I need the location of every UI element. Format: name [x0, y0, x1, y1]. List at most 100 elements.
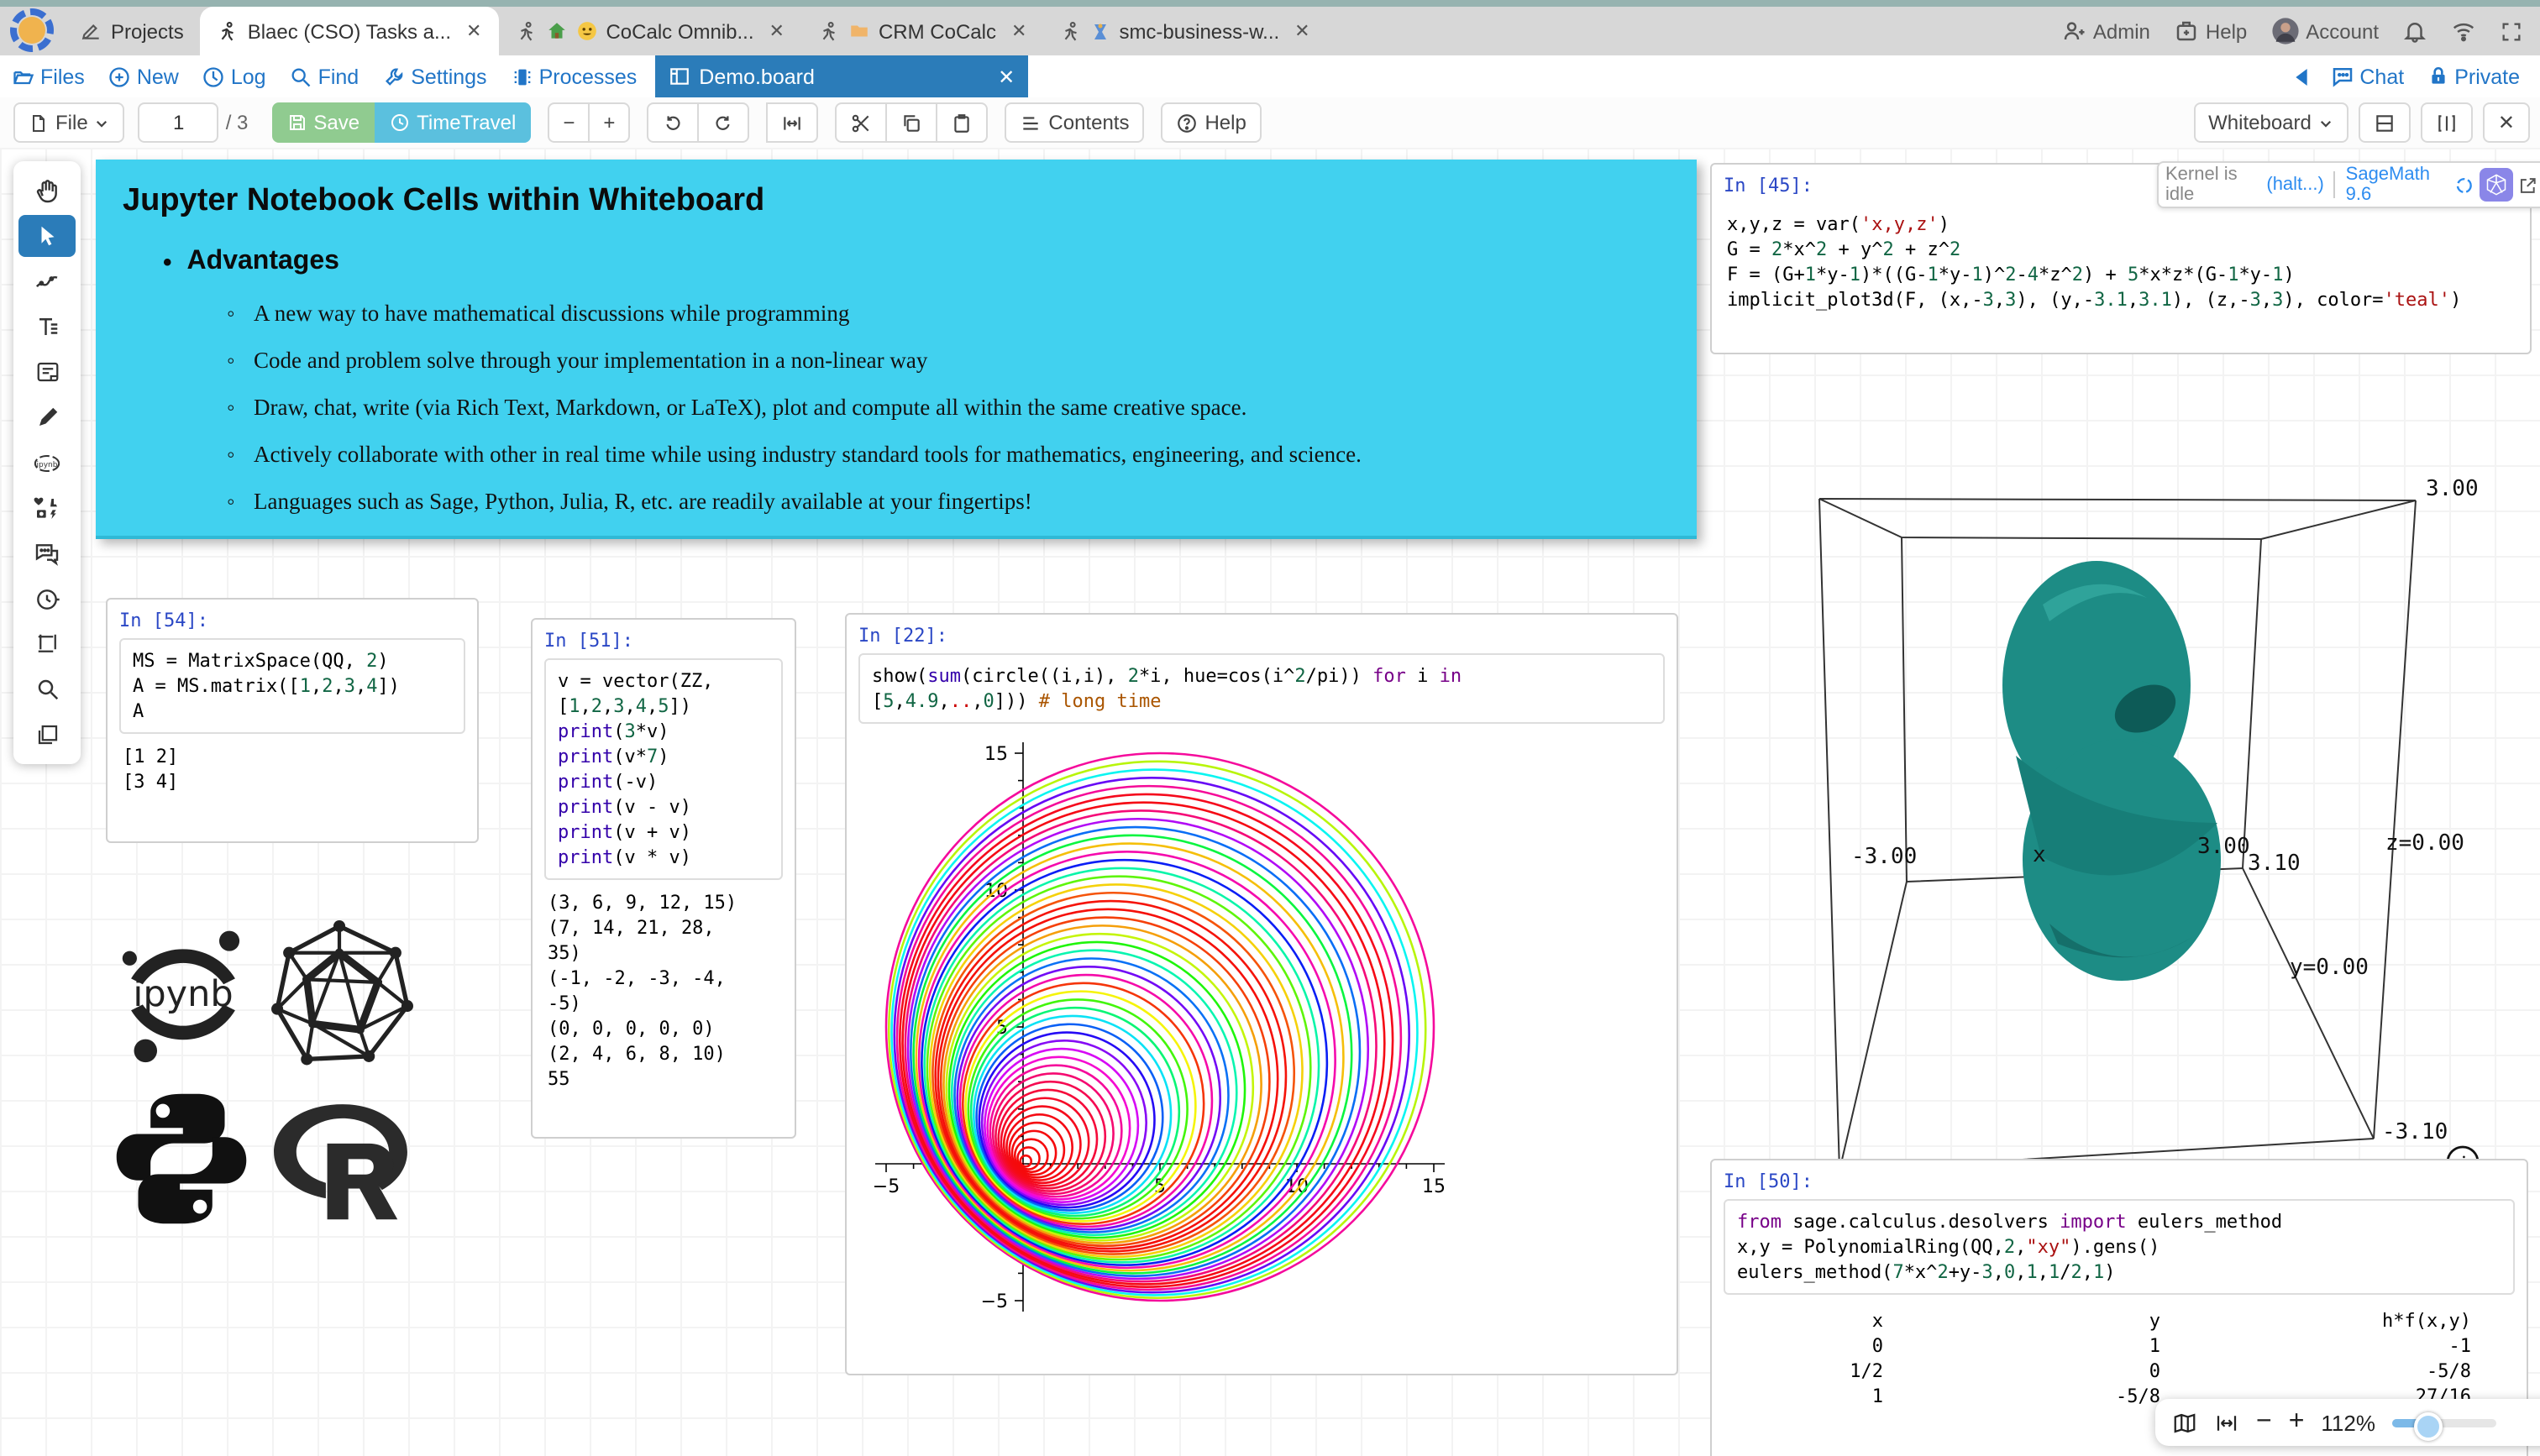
- tab-cocalc-omnibus[interactable]: CoCalc Omnib... ✕: [498, 7, 801, 55]
- frame-type-select[interactable]: Whiteboard: [2193, 102, 2348, 143]
- account-menu[interactable]: Account: [2270, 17, 2379, 45]
- fullscreen-corners-icon[interactable]: [2500, 19, 2523, 43]
- cell-code[interactable]: from sage.calculus.desolvers import eule…: [1724, 1199, 2515, 1295]
- timetravel-button[interactable]: TimeTravel: [375, 102, 531, 143]
- cell-code[interactable]: v = vector(ZZ,[1,2,3,4,5])print(3*v)prin…: [544, 658, 783, 880]
- close-tab-icon[interactable]: ✕: [998, 65, 1015, 88]
- scissors-icon: [850, 112, 872, 134]
- tab-projects[interactable]: Projects: [64, 7, 201, 55]
- cell-prompt: In [54]:: [119, 610, 465, 631]
- cell-output: [1 2][3 4]: [123, 744, 462, 794]
- cell-prompt: In [50]:: [1724, 1171, 2515, 1192]
- tool-edge[interactable]: [18, 260, 76, 302]
- tab-smc-business[interactable]: smc-business-w... ✕: [1043, 7, 1326, 55]
- tab-close-icon[interactable]: ✕: [769, 20, 785, 42]
- tab-close-icon[interactable]: ✕: [466, 20, 481, 42]
- file-menu-button[interactable]: File: [13, 102, 125, 143]
- clock-icon: [202, 65, 226, 88]
- processes-button[interactable]: Processes: [499, 65, 649, 88]
- private-button[interactable]: Private: [2424, 65, 2523, 88]
- toolbar-right: Whiteboard ✕: [2183, 102, 2540, 143]
- halt-link[interactable]: (halt...): [2266, 175, 2323, 195]
- new-button[interactable]: New: [97, 65, 191, 88]
- tool-pages[interactable]: [18, 714, 76, 756]
- python-logo[interactable]: [104, 1082, 259, 1236]
- tab-close-icon[interactable]: ✕: [1294, 20, 1309, 42]
- admin-menu[interactable]: Admin: [2061, 18, 2150, 44]
- icosahedron-logo[interactable]: [265, 920, 413, 1068]
- fit-width-icon[interactable]: [2214, 1410, 2239, 1435]
- media-icons-icon: [34, 495, 60, 521]
- zoom-out-button[interactable]: −: [548, 102, 590, 143]
- ipynb-logo[interactable]: ipynb: [111, 924, 255, 1068]
- jupyter-cell-54[interactable]: In [54]: MS = MatrixSpace(QQ, 2)A = MS.m…: [106, 598, 479, 843]
- running-person-icon: [218, 20, 239, 42]
- close-frame-button[interactable]: ✕: [2483, 102, 2530, 143]
- fit-to-screen-button[interactable]: [766, 102, 818, 143]
- note-point: Draw, chat, write (via Rich Text, Markdo…: [227, 395, 1697, 422]
- cell-code[interactable]: show(sum(circle((i,i), 2*i, hue=cos(i^2/…: [858, 653, 1665, 724]
- contents-button[interactable]: Contents: [1005, 102, 1144, 143]
- tool-note[interactable]: [18, 351, 76, 393]
- implicit-plot3d-image[interactable]: 3.00 z=0.00 -3.00 x 3.00 3.10 y=0.00 -3.…: [1713, 403, 2540, 1209]
- split-horizontal-button[interactable]: [2359, 102, 2411, 143]
- sage-kernel-button[interactable]: [2480, 168, 2514, 202]
- tab-close-icon[interactable]: ✕: [1011, 20, 1026, 42]
- tab-blaec-tasks[interactable]: Blaec (CSO) Tasks a... ✕: [201, 7, 499, 55]
- zoom-out-button[interactable]: −: [2256, 1407, 2272, 1438]
- zoom-slider[interactable]: [2392, 1418, 2496, 1427]
- map-icon[interactable]: [2172, 1410, 2197, 1435]
- tool-frame[interactable]: [18, 623, 76, 665]
- fit-group: [766, 102, 818, 143]
- copy-button[interactable]: [887, 102, 937, 143]
- kernel-status-bar: Kernel is idle (halt...) SageMath 9.6: [2157, 161, 2540, 208]
- sticky-note[interactable]: Jupyter Notebook Cells within Whiteboard…: [96, 160, 1697, 539]
- paste-button[interactable]: [937, 102, 988, 143]
- cell-code[interactable]: MS = MatrixSpace(QQ, 2)A = MS.matrix([1,…: [119, 638, 465, 734]
- note-point: A new way to have mathematical discussio…: [227, 301, 1697, 327]
- wifi-icon[interactable]: [2451, 18, 2476, 44]
- tab-demo-board[interactable]: Demo.board ✕: [655, 55, 1028, 97]
- split-vertical-button[interactable]: [2421, 102, 2473, 143]
- save-button[interactable]: Save: [271, 102, 375, 143]
- find-button[interactable]: Find: [278, 65, 371, 88]
- plot3d-z0-label: z=0.00: [2385, 830, 2464, 856]
- floppy-save-icon: [286, 113, 307, 133]
- whiteboard-canvas[interactable]: ipynb Jupyter Notebook Cells within Whit…: [0, 148, 2540, 1456]
- zoom-slider-knob[interactable]: [2414, 1411, 2443, 1440]
- cut-button[interactable]: [835, 102, 887, 143]
- jupyter-cell-51[interactable]: In [51]: v = vector(ZZ,[1,2,3,4,5])print…: [531, 618, 796, 1139]
- tab-crm-cocalc[interactable]: CRM CoCalc ✕: [801, 7, 1043, 55]
- external-link-icon[interactable]: [2518, 174, 2538, 196]
- page-number-input[interactable]: [139, 102, 219, 143]
- settings-button[interactable]: Settings: [370, 65, 498, 88]
- redo-button[interactable]: [699, 102, 749, 143]
- collapse-left-icon[interactable]: [2292, 66, 2309, 86]
- bell-icon[interactable]: [2402, 18, 2427, 44]
- log-button[interactable]: Log: [191, 65, 278, 88]
- tool-text[interactable]: [18, 306, 76, 348]
- zoom-in-button[interactable]: +: [590, 102, 630, 143]
- undo-button[interactable]: [647, 102, 699, 143]
- r-logo[interactable]: [265, 1088, 420, 1233]
- zoom-in-button[interactable]: +: [2289, 1407, 2305, 1438]
- help-button[interactable]: Help: [1161, 102, 1261, 143]
- chat-button[interactable]: Chat: [2326, 64, 2407, 89]
- jupyter-cell-22[interactable]: In [22]: show(sum(circle((i,i), 2*i, hue…: [845, 613, 1678, 1375]
- split-vertical-icon: [2436, 112, 2458, 134]
- tool-icons[interactable]: [18, 487, 76, 529]
- cell-code[interactable]: x,y,z = var('x,y,z')G = 2*x^2 + y^2 + z^…: [1724, 203, 2518, 321]
- tool-timetravel[interactable]: [18, 578, 76, 620]
- tool-pan[interactable]: [18, 170, 76, 212]
- tool-chat[interactable]: [18, 532, 76, 574]
- tool-pen[interactable]: [18, 396, 76, 438]
- files-button[interactable]: Files: [0, 65, 97, 88]
- tool-search[interactable]: [18, 668, 76, 710]
- table-header-row: x y h*f(x,y): [1724, 1308, 2515, 1333]
- folder-open-icon: [12, 65, 35, 88]
- tool-code-cell[interactable]: ipynb: [18, 442, 76, 484]
- help-menu[interactable]: Help: [2174, 18, 2247, 44]
- tool-select[interactable]: [18, 215, 76, 257]
- svg-text:ipynb: ipynb: [133, 973, 233, 1015]
- kernel-name[interactable]: SageMath 9.6: [2346, 165, 2450, 205]
